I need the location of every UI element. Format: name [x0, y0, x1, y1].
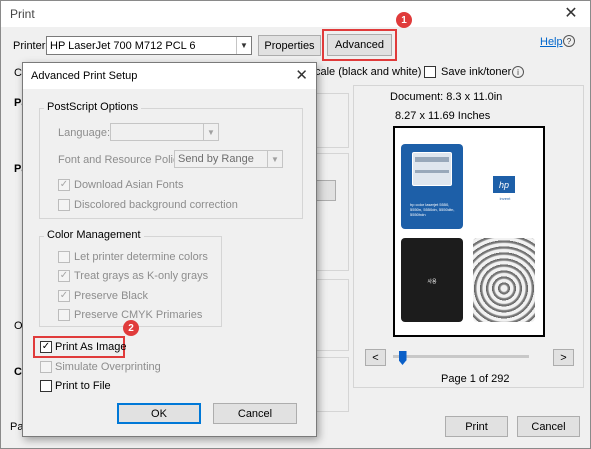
language-select[interactable]: ▼ [110, 123, 219, 141]
chevron-down-icon: ▼ [203, 124, 218, 140]
simulate-overprinting-checkbox[interactable] [40, 361, 52, 373]
let-printer-checkbox[interactable] [58, 251, 70, 263]
color-management-title: Color Management [44, 229, 144, 241]
advanced-highlight-box [322, 29, 397, 61]
underlying-panel [316, 153, 349, 271]
simulate-overprinting-label: Simulate Overprinting [55, 361, 161, 373]
left-edge-letter: C [14, 67, 22, 79]
printer-illustration-detail [415, 170, 449, 173]
preview-dark-tile-text: 사용 [427, 279, 437, 285]
discolored-background-label: Discolored background correction [74, 199, 238, 211]
ok-button[interactable]: OK [117, 403, 201, 424]
help-icon[interactable]: ? [563, 35, 575, 47]
prev-page-button[interactable]: < [365, 349, 386, 366]
treat-grays-label: Treat grays as K-only grays [74, 270, 209, 282]
font-policy-label: Font and Resource Policy: [58, 154, 188, 166]
preview-cover-tile: hp color laserjet 5550, 5550n, 5550dn, 5… [401, 144, 463, 229]
page-preview: hp color laserjet 5550, 5550n, 5550dn, 5… [393, 126, 545, 337]
underlying-panel [316, 279, 349, 351]
postscript-options-title: PostScript Options [44, 101, 142, 113]
title-bar: Print ✕ [1, 1, 590, 27]
document-size-label: Document: 8.3 x 11.0in [390, 91, 503, 103]
save-ink-label: Save ink/toner [441, 66, 512, 78]
step-badge-1: 1 [396, 12, 412, 28]
let-printer-label: Let printer determine colors [74, 251, 208, 263]
close-icon[interactable]: ✕ [562, 3, 580, 23]
printer-illustration-detail [415, 157, 449, 162]
chevron-down-icon: ▼ [267, 151, 282, 167]
hp-logo: hp [493, 176, 515, 193]
advanced-print-setup-dialog: Advanced Print Setup ✕ PostScript Option… [22, 62, 317, 437]
properties-button[interactable]: Properties [258, 35, 321, 56]
underlying-panel [316, 93, 349, 148]
treat-grays-checkbox[interactable]: ✓ [58, 270, 70, 282]
printer-select[interactable]: HP LaserJet 700 M712 PCL 6 ▼ [46, 36, 252, 55]
underlying-panel [316, 357, 349, 412]
underlying-button [316, 180, 336, 201]
print-as-image-checkbox[interactable]: ✓ [40, 341, 52, 353]
print-to-file-checkbox[interactable] [40, 380, 52, 392]
preview-cover-text: hp color laserjet 5550, 5550n, 5550dn, 5… [410, 202, 455, 217]
page-indicator: Page 1 of 292 [441, 373, 510, 385]
printer-label: Printer: [13, 40, 49, 52]
preserve-cmyk-checkbox[interactable] [58, 309, 70, 321]
hp-invent-text: invent [499, 196, 511, 201]
chevron-down-icon: ▼ [236, 37, 251, 54]
page-slider-track[interactable] [393, 355, 529, 358]
dialog-close-icon[interactable]: ✕ [295, 66, 308, 84]
window-title: Print [10, 7, 35, 21]
print-button[interactable]: Print [445, 416, 508, 437]
dialog-title-bar: Advanced Print Setup ✕ [23, 63, 316, 89]
print-as-image-label: Print As Image [55, 341, 127, 353]
preview-dark-tile: 사용 [401, 238, 463, 322]
print-to-file-label: Print to File [55, 380, 111, 392]
download-asian-fonts-checkbox[interactable]: ✓ [58, 179, 70, 191]
save-ink-checkbox[interactable] [424, 66, 436, 78]
dialog-cancel-button[interactable]: Cancel [213, 403, 297, 424]
download-asian-fonts-label: Download Asian Fonts [74, 179, 184, 191]
preserve-cmyk-label: Preserve CMYK Primaries [74, 309, 203, 321]
discolored-background-checkbox[interactable] [58, 199, 70, 211]
help-link[interactable]: Help [540, 36, 563, 48]
language-label: Language: [58, 127, 110, 139]
font-policy-select[interactable]: Send by Range ▼ [174, 150, 283, 168]
page-size-label: 8.27 x 11.69 Inches [395, 110, 491, 122]
dialog-title: Advanced Print Setup [31, 70, 138, 82]
cancel-button[interactable]: Cancel [517, 416, 580, 437]
preserve-black-label: Preserve Black [74, 290, 148, 302]
step-badge-2: 2 [123, 320, 139, 336]
font-policy-value: Send by Range [178, 153, 254, 165]
grayscale-label: cale (black and white) [315, 66, 422, 78]
printer-select-value: HP LaserJet 700 M712 PCL 6 [50, 39, 196, 52]
preview-architecture-image [473, 238, 535, 322]
preserve-black-checkbox[interactable]: ✓ [58, 290, 70, 302]
next-page-button[interactable]: > [553, 349, 574, 366]
info-icon[interactable]: i [512, 66, 524, 78]
